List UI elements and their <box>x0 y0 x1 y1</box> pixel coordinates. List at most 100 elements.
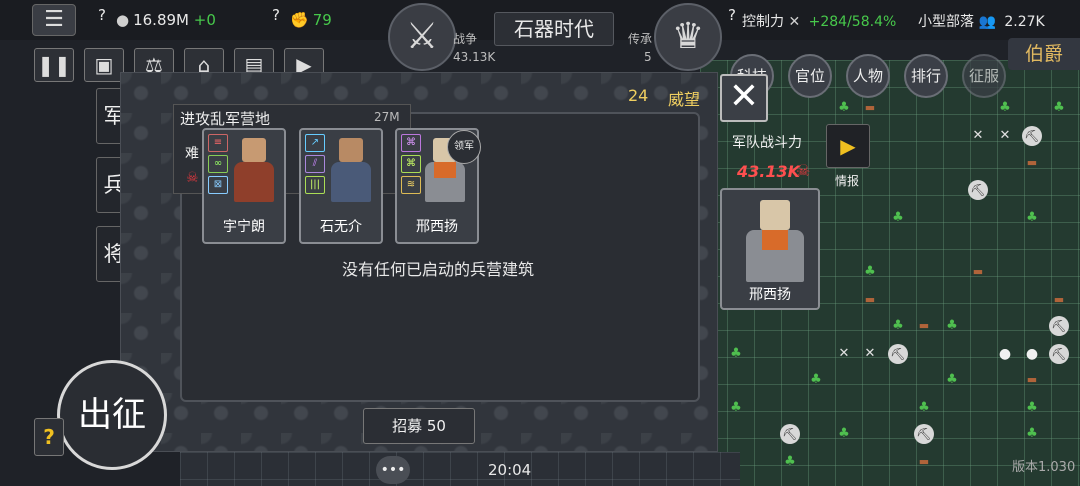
prestige-label: 威望 <box>668 90 701 109</box>
tree-tile-icon[interactable]: ♣ <box>914 398 934 418</box>
tree-tile-icon[interactable]: ♣ <box>834 424 854 444</box>
help-button[interactable]: ? <box>34 418 64 456</box>
attack-target-title: 进攻乱军营地 <box>180 110 271 128</box>
war-button[interactable]: ⚔ <box>388 3 456 71</box>
tribe-label: 小型部落 <box>918 14 974 30</box>
skull-icon: ☠ <box>186 170 199 186</box>
skill-icon: ⫽ <box>305 155 325 173</box>
deploy-button[interactable]: 出征 <box>57 360 167 470</box>
army-commander-name: 邢西扬 <box>749 287 791 303</box>
rank-badge[interactable]: 伯爵 <box>1008 38 1080 70</box>
paw-tile-icon[interactable]: ● <box>1022 344 1042 364</box>
cattle-tile-icon[interactable]: ▬ <box>1049 290 1069 310</box>
tree-tile-icon[interactable]: ♣ <box>726 344 746 364</box>
close-button[interactable]: ✕ <box>720 74 768 122</box>
tree-tile-icon[interactable]: ♣ <box>1022 424 1042 444</box>
skill-icon: ∞ <box>208 155 228 173</box>
arm-icon: ✊ <box>290 11 309 29</box>
cattle-tile-icon[interactable]: ▬ <box>860 290 880 310</box>
skill-list: ≡ ∞ ⊠ <box>208 134 228 197</box>
war-value: 43.13K <box>453 50 496 64</box>
ranking-button[interactable]: 排行 <box>904 54 948 98</box>
tree-tile-icon[interactable]: ♣ <box>780 452 800 472</box>
close-icon: ✕ <box>728 76 760 117</box>
general-name: 石无介 <box>320 219 362 235</box>
heritage-label: 传承 <box>628 32 653 46</box>
chat-bubble-icon: ••• <box>380 462 406 478</box>
axe-tile-icon[interactable]: ✕ <box>968 126 988 146</box>
empty-barracks-message: 没有任何已启动的兵营建筑 <box>341 260 534 279</box>
skill-list: ⌘ ⌘ ≋ <box>401 134 421 197</box>
axe-tile-icon[interactable]: ✕ <box>995 126 1015 146</box>
tribe-stat: 小型部落 👥 2.27K <box>918 11 1045 31</box>
tree-tile-icon[interactable]: ♣ <box>942 316 962 336</box>
tree-tile-icon[interactable]: ♣ <box>942 370 962 390</box>
era-title[interactable]: 石器时代 <box>494 12 614 46</box>
strength-info-icon[interactable]: ? <box>272 6 280 24</box>
war-label: 战争 <box>453 32 478 46</box>
people-button[interactable]: 人物 <box>846 54 890 98</box>
cattle-tile-icon[interactable]: ▬ <box>1022 153 1042 173</box>
map-strip-bottom[interactable] <box>180 452 740 486</box>
pickaxe-tile-icon[interactable]: ⛏ <box>968 180 988 200</box>
general-card[interactable]: ≡ ∞ ⊠ 宇宁朗 <box>202 128 286 244</box>
food-value: 16.89M <box>133 11 189 29</box>
save-icon: ▣ <box>94 53 114 77</box>
menu-button[interactable]: ☰ <box>32 4 76 36</box>
cattle-tile-icon[interactable]: ▬ <box>860 98 880 118</box>
control-delta: +284 <box>808 14 848 30</box>
tree-tile-icon[interactable]: ♣ <box>1022 398 1042 418</box>
control-info-icon[interactable]: ? <box>728 6 736 24</box>
cattle-tile-icon[interactable]: ▬ <box>914 316 934 336</box>
attack-target-amount: 27M <box>374 110 400 124</box>
intel-button[interactable]: ▶ <box>826 124 870 168</box>
general-name: 宇宁朗 <box>223 219 265 235</box>
strength-stat: ✊ 79 <box>290 11 332 29</box>
tree-tile-icon[interactable]: ♣ <box>726 398 746 418</box>
office-button[interactable]: 官位 <box>788 54 832 98</box>
skill-icon: ≋ <box>401 176 421 194</box>
game-clock: 20:04 <box>488 461 532 479</box>
tree-tile-icon[interactable]: ♣ <box>995 98 1015 118</box>
tree-tile-icon[interactable]: ♣ <box>1022 208 1042 228</box>
skill-icon: ||| <box>305 176 325 194</box>
control-percent: /58.4% <box>847 14 897 30</box>
control-stat: 控制力 ✕ +284/58.4% <box>742 11 896 31</box>
tree-tile-icon[interactable]: ♣ <box>860 262 880 282</box>
save-button[interactable]: ▣ <box>84 48 124 82</box>
locked-category-button[interactable]: 征服 <box>962 54 1006 98</box>
paw-tile-icon[interactable]: ● <box>995 344 1015 364</box>
tree-tile-icon[interactable]: ♣ <box>1049 98 1069 118</box>
food-info-icon[interactable]: ? <box>98 6 106 24</box>
people-icon: 👥 <box>978 14 996 30</box>
deer-tile-icon[interactable]: ▬ <box>968 262 988 282</box>
pickaxe-tile-icon[interactable]: ⛏ <box>888 344 908 364</box>
heritage-button[interactable]: ♛ <box>654 3 722 71</box>
recruit-button[interactable]: 招募 50 <box>363 408 475 444</box>
tree-tile-icon[interactable]: ♣ <box>888 208 908 228</box>
pickaxe-tile-icon[interactable]: ⛏ <box>780 424 800 444</box>
skill-list: ↗ ⫽ ||| <box>305 134 325 197</box>
tree-tile-icon[interactable]: ♣ <box>806 370 826 390</box>
skill-icon: ↗ <box>305 134 325 152</box>
pickaxe-tile-icon[interactable]: ⛏ <box>1049 344 1069 364</box>
cattle-tile-icon[interactable]: ▬ <box>1022 370 1042 390</box>
pickaxe-tile-icon[interactable]: ⛏ <box>1022 126 1042 146</box>
army-commander-card[interactable]: 邢西扬 <box>720 188 820 310</box>
control-label: 控制力 <box>742 14 784 30</box>
chat-button[interactable]: ••• <box>376 456 410 484</box>
menu-icon: ☰ <box>44 7 64 32</box>
axe-tile-icon[interactable]: ✕ <box>834 344 854 364</box>
pickaxe-tile-icon[interactable]: ⛏ <box>1049 316 1069 336</box>
cattle-tile-icon[interactable]: ▬ <box>914 452 934 472</box>
tree-tile-icon[interactable]: ♣ <box>834 98 854 118</box>
axe-tile-icon[interactable]: ✕ <box>860 344 880 364</box>
intel-label: 情报 <box>835 174 860 188</box>
pickaxe-tile-icon[interactable]: ⛏ <box>914 424 934 444</box>
general-card[interactable]: ↗ ⫽ ||| 石无介 <box>299 128 383 244</box>
help-icon: ? <box>43 425 55 449</box>
pause-button[interactable]: ❚❚ <box>34 48 74 82</box>
tree-tile-icon[interactable]: ♣ <box>888 316 908 336</box>
crossed-tools-icon: ✕ <box>788 14 801 30</box>
food-delta: +0 <box>193 11 216 29</box>
